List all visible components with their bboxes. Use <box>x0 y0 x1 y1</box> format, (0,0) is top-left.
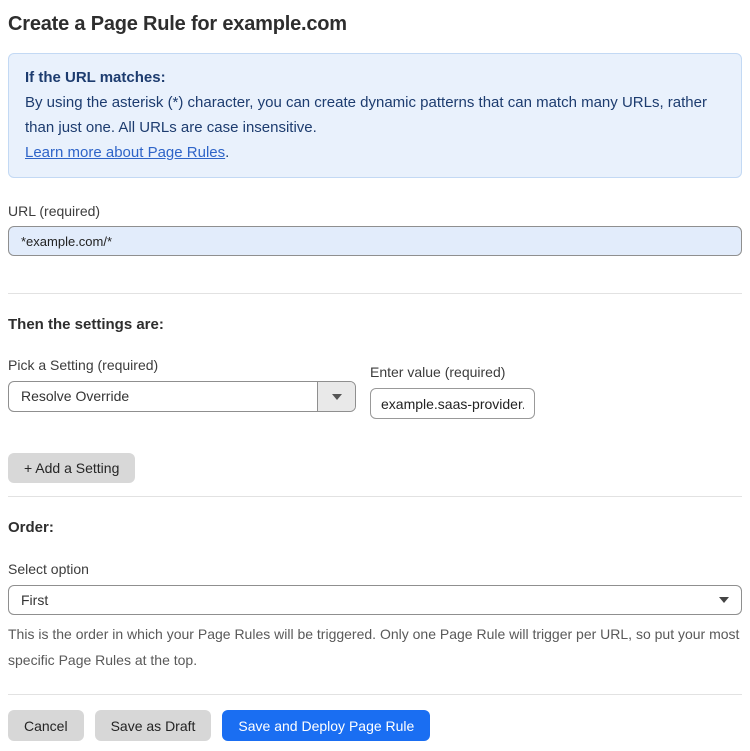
footer-divider <box>8 694 742 695</box>
chevron-down-icon <box>719 597 729 603</box>
create-page-rule-panel: Create a Page Rule for example.com If th… <box>0 0 750 751</box>
info-box-body: By using the asterisk (*) character, you… <box>25 94 707 136</box>
cancel-button[interactable]: Cancel <box>8 710 84 741</box>
info-box-heading: If the URL matches: <box>25 69 166 86</box>
footer-actions: Cancel Save as Draft Save and Deploy Pag… <box>8 710 742 741</box>
save-as-draft-button[interactable]: Save as Draft <box>94 710 212 741</box>
order-select-label: Select option <box>8 561 89 577</box>
save-and-deploy-button[interactable]: Save and Deploy Page Rule <box>222 710 431 741</box>
section-divider <box>8 496 742 497</box>
settings-section-heading: Then the settings are: <box>8 316 164 333</box>
learn-more-link[interactable]: Learn more about Page Rules <box>25 144 225 161</box>
setting-value-input[interactable] <box>370 388 535 419</box>
value-column: Enter value (required) <box>370 364 535 419</box>
add-setting-button[interactable]: + Add a Setting <box>8 453 136 483</box>
setting-column: Pick a Setting (required) Resolve Overri… <box>8 357 356 419</box>
url-field-label: URL (required) <box>8 203 101 219</box>
setting-dropdown-value: Resolve Override <box>21 388 130 404</box>
order-select-value: First <box>21 592 49 608</box>
value-field-label: Enter value (required) <box>370 364 506 380</box>
url-input[interactable] <box>8 226 742 256</box>
url-match-info-box: If the URL matches: By using the asteris… <box>8 53 742 178</box>
setting-dropdown-arrow-button[interactable] <box>317 382 355 411</box>
settings-row: Pick a Setting (required) Resolve Overri… <box>8 357 742 419</box>
setting-select-label: Pick a Setting (required) <box>8 357 159 373</box>
page-title: Create a Page Rule for example.com <box>8 13 347 35</box>
order-section-heading: Order: <box>8 519 54 536</box>
section-divider <box>8 293 742 294</box>
chevron-down-icon <box>331 393 342 400</box>
setting-dropdown[interactable]: Resolve Override <box>8 381 356 412</box>
link-period: . <box>225 144 230 161</box>
order-select[interactable]: First <box>8 585 742 615</box>
order-help-text: This is the order in which your Page Rul… <box>8 626 740 668</box>
info-box-link-line: Learn more about Page Rules. <box>25 140 725 165</box>
